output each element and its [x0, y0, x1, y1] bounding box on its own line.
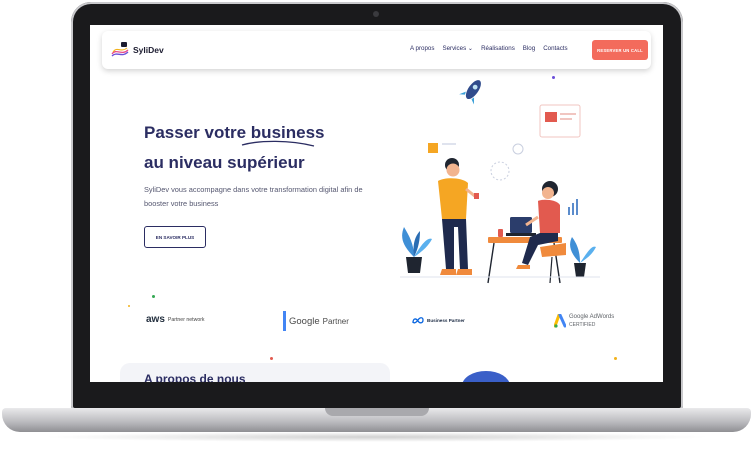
laptop-notch [325, 408, 429, 416]
google-adwords-icon [554, 314, 566, 328]
adwords-text: Google AdWords CERTIFIED [569, 313, 614, 329]
logo-text: SyliDev [133, 45, 164, 55]
hero-illustration [400, 80, 600, 284]
menu-item-realisations[interactable]: Réalisations [481, 45, 515, 52]
decor-dot [552, 76, 555, 79]
learn-more-button[interactable]: EN SAVOIR PLUS [144, 226, 206, 248]
google-partner-bar-icon [283, 311, 286, 331]
plant-right [570, 237, 596, 277]
decor-dot [270, 357, 273, 360]
decor-dot [152, 295, 155, 298]
aws-partner-logo: aws Partner network [146, 314, 205, 325]
rocket-icon [459, 80, 481, 105]
title-underline-decoration [241, 140, 315, 147]
meta-icon [412, 317, 424, 324]
website-screen: SyliDev A propos Services ⌄ Réalisations… [90, 25, 663, 382]
adwords-certified-logo: Google AdWords CERTIFIED [554, 313, 614, 329]
laptop-mockup: SyliDev A propos Services ⌄ Réalisations… [0, 0, 753, 450]
logo[interactable]: SyliDev [110, 40, 164, 60]
navbar: SyliDev A propos Services ⌄ Réalisations… [102, 31, 651, 69]
hero-description: SyliDev vous accompagne dans votre trans… [144, 185, 363, 208]
main-menu: A propos Services ⌄ Réalisations Blog Co… [410, 45, 568, 52]
partners-strip: aws Partner network Google Partner Busin… [90, 308, 663, 338]
adwords-certified-text: CERTIFIED [569, 322, 596, 328]
hero-title-part1: Passer votre [144, 123, 251, 142]
aws-partner-text: Partner network [167, 316, 205, 323]
menu-item-blog[interactable]: Blog [523, 45, 535, 52]
decor-dot [614, 357, 617, 360]
google-partner-logo: Google Partner [283, 311, 349, 331]
meta-partner-logo: Business Partner [412, 317, 465, 324]
laptop-shadow [40, 432, 713, 442]
google-partner-text: Partner [322, 316, 349, 326]
camera-icon [373, 11, 379, 17]
meta-partner-text: Business Partner [427, 318, 465, 323]
man-figure [438, 158, 479, 275]
about-blue-shape [462, 371, 510, 382]
menu-item-services-label: Services [442, 45, 467, 52]
decor-dot [128, 305, 130, 307]
menu-item-services[interactable]: Services ⌄ [442, 45, 473, 52]
aws-word: aws [146, 314, 165, 325]
menu-item-a-propos[interactable]: A propos [410, 45, 434, 52]
book-call-button[interactable]: RESERVER UN CALL [592, 40, 648, 60]
chevron-down-icon: ⌄ [466, 45, 474, 52]
hero-title-part2: au niveau supérieur [144, 153, 305, 172]
plant-left [402, 227, 432, 273]
adwords-top-text: Google AdWords [569, 314, 615, 320]
logo-icon [110, 40, 130, 60]
menu-item-contacts[interactable]: Contacts [543, 45, 567, 52]
about-section-title: A propos de nous [144, 372, 246, 382]
google-word: Google [289, 315, 320, 327]
